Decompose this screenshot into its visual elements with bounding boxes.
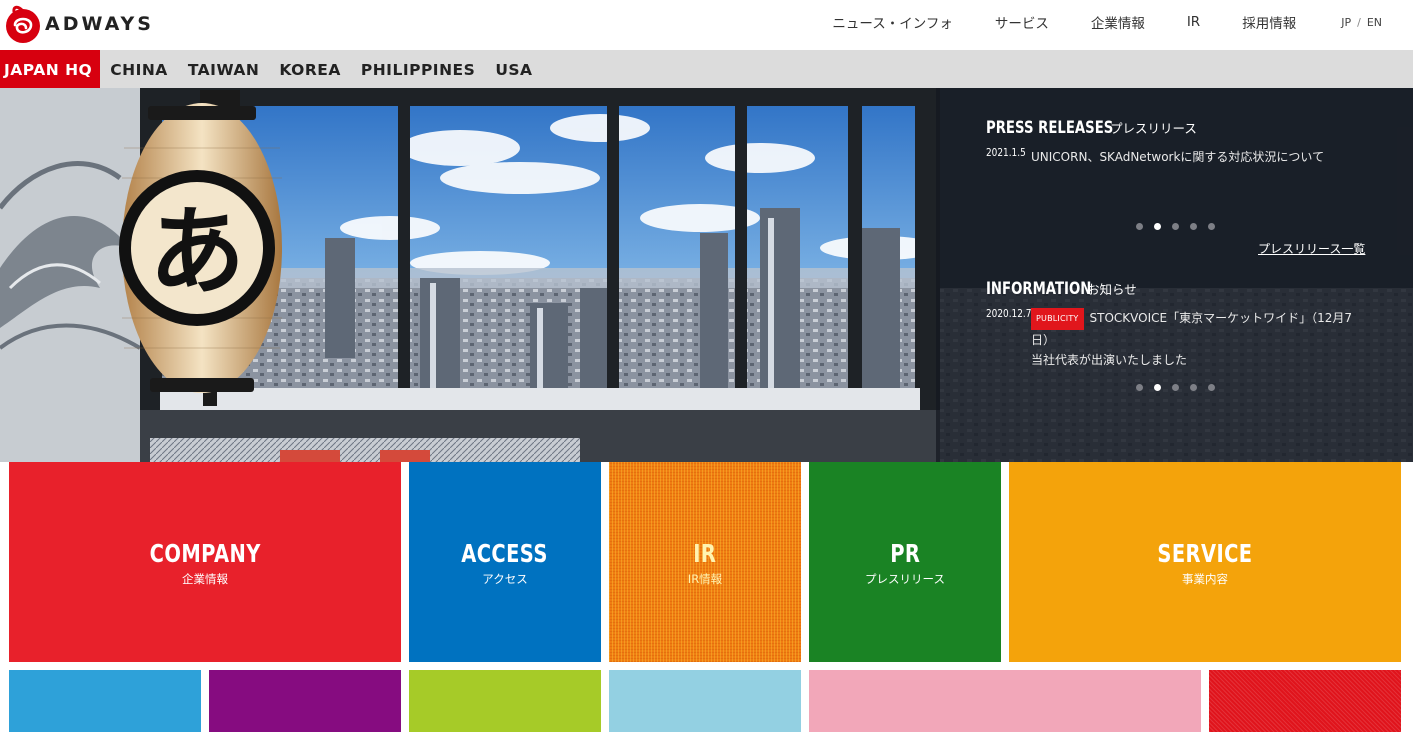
nav-service[interactable]: サービス xyxy=(995,12,1049,32)
tile-access-subtitle: アクセス xyxy=(482,572,528,586)
tile-pr[interactable]: PR プレスリリース xyxy=(809,462,1001,662)
information-slider-dots xyxy=(1136,384,1226,391)
adways-logo[interactable]: ADWAYS xyxy=(4,2,154,46)
tile-pr-title: PR xyxy=(889,539,921,568)
slider-dot[interactable] xyxy=(1190,223,1197,230)
tile-ir[interactable]: IR IR情報 xyxy=(609,462,801,662)
category-tiles: COMPANY 企業情報 ACCESS アクセス IR IR情報 PR プレスリ… xyxy=(0,462,1413,732)
svg-text:あ: あ xyxy=(149,196,245,308)
global-nav: ニュース・インフォ サービス 企業情報 IR 採用情報 JP / EN xyxy=(832,12,1413,32)
tile-service-title: SERVICE xyxy=(1157,539,1253,568)
slider-dot[interactable] xyxy=(1136,223,1143,230)
nav-news-info[interactable]: ニュース・インフォ xyxy=(832,12,952,32)
press-release-list-link[interactable]: プレスリリース一覧 xyxy=(1258,240,1365,257)
region-tabs: JAPAN HQ CHINA TAIWAN KOREA PHILIPPINES … xyxy=(0,50,1413,88)
press-release-item[interactable]: 2021.1.5 UNICORN、SKAdNetworkに関する対応状況について xyxy=(986,147,1324,167)
information-heading: INFORMATION お知らせ xyxy=(986,279,1137,299)
nav-ir[interactable]: IR xyxy=(1187,14,1200,30)
information-text-line1: STOCKVOICE「東京マーケットワイド」（12月7 xyxy=(1089,311,1353,325)
slider-dot[interactable] xyxy=(1172,223,1179,230)
information-title-ja: お知らせ xyxy=(1087,282,1137,297)
adways-logo-icon xyxy=(6,5,40,43)
lang-en[interactable]: EN xyxy=(1367,16,1382,29)
lang-separator: / xyxy=(1357,15,1361,29)
slider-dot[interactable] xyxy=(1136,384,1143,391)
tile-small-lime[interactable] xyxy=(409,670,601,732)
hero-section: あ PRESS RELEASES プレスリリース 2021.1.5 UNICOR… xyxy=(0,88,1413,462)
slider-dot-active[interactable] xyxy=(1154,384,1161,391)
slider-dot[interactable] xyxy=(1172,384,1179,391)
tile-pr-subtitle: プレスリリース xyxy=(865,572,945,586)
slider-dot[interactable] xyxy=(1190,384,1197,391)
information-text-line2: 日） xyxy=(1031,333,1056,347)
tile-company-title: COMPANY xyxy=(149,539,261,568)
news-panel xyxy=(936,88,1413,462)
slider-dot[interactable] xyxy=(1208,384,1215,391)
site-header: ADWAYS ニュース・インフォ サービス 企業情報 IR 採用情報 JP / … xyxy=(0,0,1413,50)
press-releases-title-ja: プレスリリース xyxy=(1110,121,1197,136)
tile-small-pink[interactable] xyxy=(809,670,1201,732)
lang-jp[interactable]: JP xyxy=(1341,16,1351,29)
region-tab-china[interactable]: CHINA xyxy=(100,50,178,88)
press-release-date: 2021.1.5 xyxy=(986,147,1026,159)
nav-recruit[interactable]: 採用情報 xyxy=(1242,12,1296,32)
tile-company[interactable]: COMPANY 企業情報 xyxy=(9,462,401,662)
tile-small-light-blue[interactable] xyxy=(609,670,801,732)
information-date: 2020.12.7 xyxy=(986,308,1032,320)
tile-access[interactable]: ACCESS アクセス xyxy=(409,462,601,662)
slider-dot[interactable] xyxy=(1208,223,1215,230)
region-tab-philippines[interactable]: PHILIPPINES xyxy=(351,50,485,88)
tile-ir-subtitle: IR情報 xyxy=(687,572,723,586)
tile-small-blue[interactable] xyxy=(9,670,201,732)
information-title-en: INFORMATION xyxy=(986,279,1092,299)
tile-access-title: ACCESS xyxy=(461,539,549,568)
information-text-line3: 当社代表が出演いたしました xyxy=(1031,353,1188,367)
tile-ir-title: IR xyxy=(693,539,717,568)
press-releases-title-en: PRESS RELEASES xyxy=(986,118,1114,138)
logo-text: ADWAYS xyxy=(45,13,154,35)
press-releases-heading: PRESS RELEASES プレスリリース xyxy=(986,118,1197,138)
tile-small-red[interactable] xyxy=(1209,670,1401,732)
information-text[interactable]: PUBLICITY STOCKVOICE「東京マーケットワイド」（12月7 日） … xyxy=(1031,308,1352,370)
tile-service[interactable]: SERVICE 事業内容 xyxy=(1009,462,1401,662)
tile-small-purple[interactable] xyxy=(209,670,401,732)
region-tab-korea[interactable]: KOREA xyxy=(269,50,351,88)
tile-service-subtitle: 事業内容 xyxy=(1182,572,1228,586)
language-switch: JP / EN xyxy=(1338,16,1385,29)
publicity-badge: PUBLICITY xyxy=(1031,308,1084,330)
slider-dot-active[interactable] xyxy=(1154,223,1161,230)
nav-company[interactable]: 企業情報 xyxy=(1091,12,1145,32)
tile-company-subtitle: 企業情報 xyxy=(182,572,228,586)
region-tab-usa[interactable]: USA xyxy=(485,50,542,88)
information-item[interactable]: 2020.12.7 PUBLICITY STOCKVOICE「東京マーケットワイド… xyxy=(986,308,1366,370)
region-tab-japan-hq[interactable]: JAPAN HQ xyxy=(0,50,101,88)
region-tab-taiwan[interactable]: TAIWAN xyxy=(178,50,270,88)
press-slider-dots xyxy=(1136,223,1226,230)
press-release-text[interactable]: UNICORN、SKAdNetworkに関する対応状況について xyxy=(1031,147,1324,167)
